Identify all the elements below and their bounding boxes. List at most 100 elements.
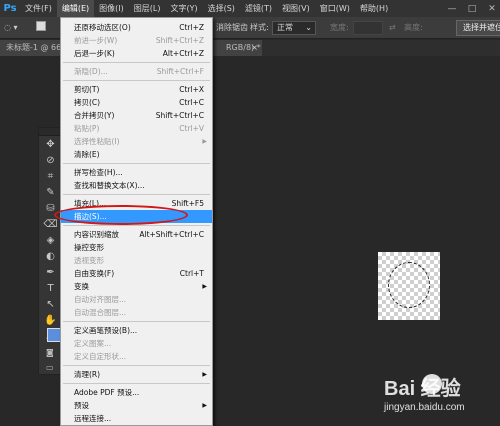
menu-item-shortcut: Ctrl+V (179, 124, 204, 133)
menu-item-label: 操控变形 (74, 243, 104, 252)
tool-icon-2[interactable]: ⌗ (39, 168, 62, 184)
menu-separator (63, 225, 210, 226)
edit-menu-item[interactable]: 远程连接... (61, 412, 212, 425)
edit-menu-item[interactable]: 定义画笔预设(B)... (61, 324, 212, 337)
menu-item-label: 内容识别缩放 (74, 230, 119, 239)
menu-4[interactable]: 文字(Y) (165, 0, 202, 17)
new-selection-icon[interactable] (36, 21, 46, 31)
width-input[interactable] (353, 21, 383, 35)
edit-menu-item: 定义自定形状... (61, 350, 212, 363)
menu-item-label: 拷贝(C) (74, 98, 101, 107)
maximize-icon[interactable]: □ (466, 4, 478, 14)
menu-item-label: 前进一步(W) (74, 36, 118, 45)
edit-menu-item: 粘贴(P) Ctrl+V (61, 122, 212, 135)
submenu-arrow-icon: ▶ (202, 138, 207, 145)
annotation-highlight-oval (54, 205, 188, 225)
edit-menu-item[interactable]: 清理(R) ▶ (61, 368, 212, 381)
menu-0[interactable]: 文件(F) (20, 0, 57, 17)
menu-3[interactable]: 图层(L) (129, 0, 166, 17)
menu-1[interactable]: 编辑(E) (56, 0, 95, 17)
style-select-value: 正常 (277, 23, 293, 32)
tool-icon-3[interactable]: ✎ (39, 184, 62, 200)
width-label: 宽度: (330, 23, 349, 32)
menu-item-label: 变换 (74, 282, 89, 291)
edit-menu-item[interactable]: 查找和替换文本(X)... (61, 179, 212, 192)
menu-item-label: 定义画笔预设(B)... (74, 326, 138, 335)
menu-item-label: 清除(E) (74, 150, 100, 159)
edit-menu-item[interactable]: 合并拷贝(Y) Shift+Ctrl+C (61, 109, 212, 122)
select-and-mask-button[interactable]: 选择并遮住... (456, 20, 500, 36)
menu-item-label: Adobe PDF 预设... (74, 388, 140, 397)
edit-menu-item[interactable]: 清除(E) (61, 148, 212, 161)
tool-icon-10[interactable]: ↖ (39, 296, 62, 312)
menu-item-shortcut: Shift+Ctrl+C (155, 111, 204, 120)
tool-icon-11[interactable]: ✋ (39, 312, 62, 328)
minimize-icon[interactable]: — (446, 4, 458, 14)
edit-menu-item: 定义图案... (61, 337, 212, 350)
document-canvas[interactable] (378, 252, 440, 320)
close-icon[interactable]: ✕ (486, 4, 498, 14)
quick-mask-icon[interactable]: ◙ (46, 348, 54, 357)
menu-item-label: 清理(R) (74, 370, 101, 379)
edit-menu-item: 自动对齐图层... (61, 293, 212, 306)
edit-menu-item[interactable]: 自由变换(F) Ctrl+T (61, 267, 212, 280)
menu-separator (63, 80, 210, 81)
menu-item-label: 远程连接... (74, 414, 112, 423)
menu-item-label: 自动混合图层... (74, 308, 127, 317)
edit-menu-item[interactable]: 预设 ▶ (61, 399, 212, 412)
tool-icon-9[interactable]: T (39, 280, 62, 296)
menu-item-shortcut: Alt+Ctrl+Z (162, 49, 204, 58)
chevron-down-icon: ⌄ (305, 23, 312, 32)
swap-icon[interactable]: ⇄ (389, 17, 396, 39)
menu-separator (63, 321, 210, 322)
tool-icon-0[interactable]: ✥ (39, 136, 62, 152)
edit-menu-item: 选择性粘贴(I) ▶ (61, 135, 212, 148)
menu-item-label: 剪切(T) (74, 85, 100, 94)
edit-menu-item[interactable]: 还原移动选区(O) Ctrl+Z (61, 21, 212, 34)
tool-icon-6[interactable]: ◈ (39, 232, 62, 248)
elliptical-selection (388, 262, 430, 308)
tab-close-icon[interactable]: × (251, 40, 258, 56)
foreground-color-swatch[interactable] (47, 328, 61, 342)
edit-menu-item[interactable]: 拼写检查(H)... (61, 166, 212, 179)
marquee-tool-icon[interactable]: ◌ ▾ (4, 17, 18, 39)
edit-menu-item[interactable]: 后退一步(K) Alt+Ctrl+Z (61, 47, 212, 60)
tool-icon-8[interactable]: ✒ (39, 264, 62, 280)
edit-menu-item[interactable]: 拷贝(C) Ctrl+C (61, 96, 212, 109)
menu-8[interactable]: 窗口(W) (315, 0, 355, 17)
anti-alias-label: 消除锯齿 (216, 23, 248, 32)
menu-separator (63, 163, 210, 164)
menu-bar: Ps 文件(F) 编辑(E) 图像(I) 图层(L) 文字(Y) 选择(S) 滤镜(T) 视图… (0, 0, 500, 17)
menu-7[interactable]: 视图(V) (277, 0, 315, 17)
menu-item-label: 透视变形 (74, 256, 104, 265)
menu-6[interactable]: 滤镜(T) (240, 0, 277, 17)
edit-menu-item: 自动混合图层... (61, 306, 212, 319)
menu-item-label: 选择性粘贴(I) (74, 137, 120, 146)
menu-item-shortcut: Ctrl+T (179, 269, 204, 278)
edit-menu-item[interactable]: 内容识别缩放 Alt+Shift+Ctrl+C (61, 228, 212, 241)
style-select[interactable]: 正常 ⌄ (272, 21, 316, 35)
photoshop-logo: Ps (3, 3, 17, 14)
menu-item-label: 查找和替换文本(X)... (74, 181, 145, 190)
edit-menu-item[interactable]: Adobe PDF 预设... (61, 386, 212, 399)
menu-item-shortcut: Ctrl+Z (179, 23, 204, 32)
menu-5[interactable]: 选择(S) (203, 0, 240, 17)
tool-icon-7[interactable]: ◐ (39, 248, 62, 264)
menu-item-label: 自由变换(F) (74, 269, 115, 278)
menu-item-label: 定义自定形状... (74, 352, 127, 361)
menu-item-label: 渐隐(D)... (74, 67, 108, 76)
panel-grip[interactable] (39, 128, 62, 136)
menu-item-label: 还原移动选区(O) (74, 23, 131, 32)
menu-item-label: 预设 (74, 401, 89, 410)
menu-item-label: 自动对齐图层... (74, 295, 127, 304)
edit-menu-item[interactable]: 操控变形 (61, 241, 212, 254)
menu-item-shortcut: Shift+Ctrl+Z (155, 36, 204, 45)
edit-menu-item[interactable]: 剪切(T) Ctrl+X (61, 83, 212, 96)
menu-2[interactable]: 图像(I) (94, 0, 129, 17)
window-controls: — □ ✕ (446, 0, 498, 17)
tool-icon-1[interactable]: ⊘ (39, 152, 62, 168)
edit-menu-item[interactable]: 变换 ▶ (61, 280, 212, 293)
menu-9[interactable]: 帮助(H) (355, 0, 393, 17)
menu-separator (63, 383, 210, 384)
screen-mode-icon[interactable]: ▭ (46, 363, 54, 372)
